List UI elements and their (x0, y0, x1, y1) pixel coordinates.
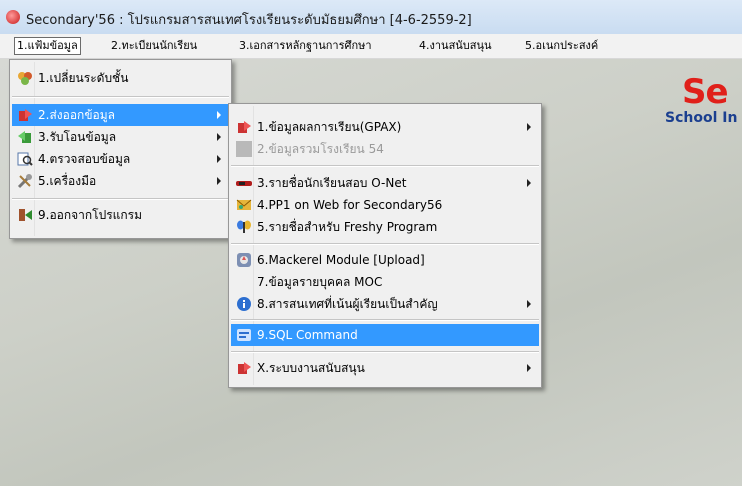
upload-module-icon (237, 253, 251, 267)
info-icon (237, 297, 251, 311)
file-menu: 1.เปลี่ยนระดับชั้น 2.ส่งออกข้อมูล 3.รับโ… (9, 59, 232, 239)
export-arrow-icon (238, 121, 251, 133)
butterfly-icon (237, 220, 251, 233)
submenu-arrow-icon (527, 300, 531, 308)
menu-bar: 1.แฟ้มข้อมูล 2.ทะเบียนนักเรียน 3.เอกสารห… (0, 34, 742, 59)
submenu-item-label: 2.ข้อมูลรวมโรงเรียน 54 (257, 142, 384, 156)
menu-item-label: 9.ออกจากโปรแกรม (38, 208, 143, 222)
submenu-item-label: X.ระบบงานสนับสนุน (257, 361, 365, 375)
menu-item-export-data[interactable]: 2.ส่งออกข้อมูล (12, 104, 229, 126)
menu-item-tools[interactable]: 5.เครื่องมือ (12, 170, 229, 192)
menu-item-change-level[interactable]: 1.เปลี่ยนระดับชั้น (12, 67, 229, 89)
menu-item-import-data[interactable]: 3.รับโอนข้อมูล (12, 126, 229, 148)
export-arrow-icon (238, 362, 251, 374)
menu-separator (231, 351, 539, 353)
submenu-item-mackerel[interactable]: 6.Mackerel Module [Upload] (231, 249, 539, 271)
submenu-arrow-icon (217, 133, 221, 141)
import-arrow-icon (18, 131, 31, 143)
check-data-icon (17, 152, 33, 166)
app-logo-icon (6, 10, 20, 24)
submenu-item-label: 6.Mackerel Module [Upload] (257, 253, 425, 267)
submenu-arrow-icon (217, 111, 221, 119)
menu-separator (231, 243, 539, 245)
menu-item-label: 2.ส่งออกข้อมูล (38, 108, 115, 122)
tools-icon (17, 174, 32, 189)
submenu-item-pp1-web[interactable]: 4.PP1 on Web for Secondary56 (231, 194, 539, 216)
menu-separator (12, 198, 229, 200)
menu-item-label: 1.เปลี่ยนระดับชั้น (38, 71, 129, 85)
submenu-item-label: 7.ข้อมูลรายบุคคล MOC (257, 275, 383, 289)
menu-registration[interactable]: 2.ทะเบียนนักเรียน (109, 38, 199, 54)
submenu-item-onet[interactable]: 3.รายชื่อนักเรียนสอบ O-Net (231, 172, 539, 194)
exit-icon (19, 209, 32, 221)
submenu-item-school-data-54[interactable]: 2.ข้อมูลรวมโรงเรียน 54 (231, 138, 539, 160)
menu-separator (231, 165, 539, 167)
export-arrow-icon (19, 109, 32, 121)
submenu-item-label: 8.สารสนเทศที่เน้นผู้เรียนเป็นสำคัญ (257, 297, 438, 311)
submenu-item-freshy[interactable]: 5.รายชื่อสำหรับ Freshy Program (231, 216, 539, 238)
disabled-icon (236, 141, 252, 157)
submenu-arrow-icon (217, 155, 221, 163)
menu-separator (12, 96, 229, 98)
onet-icon (236, 181, 252, 186)
title-bar: Secondary'56 : โปรแกรมสารสนเทศโรงเรียนระ… (0, 0, 742, 35)
submenu-item-sql-command[interactable]: 9.SQL Command (231, 324, 539, 346)
export-submenu: 1.ข้อมูลผลการเรียน(GPAX) 2.ข้อมูลรวมโรงเ… (228, 103, 542, 388)
submenu-item-gpax[interactable]: 1.ข้อมูลผลการเรียน(GPAX) (231, 116, 539, 138)
submenu-item-support-system[interactable]: X.ระบบงานสนับสนุน (231, 357, 539, 379)
app-logo-subtext: School In (665, 110, 738, 126)
menu-file[interactable]: 1.แฟ้มข้อมูล (14, 37, 81, 55)
submenu-item-label: 3.รายชื่อนักเรียนสอบ O-Net (257, 176, 407, 190)
web-envelope-icon (236, 199, 252, 210)
app-logo-text: Se (682, 72, 729, 112)
menu-item-exit[interactable]: 9.ออกจากโปรแกรม (12, 204, 229, 226)
menu-item-label: 4.ตรวจสอบข้อมูล (38, 152, 131, 166)
submenu-arrow-icon (217, 177, 221, 185)
menu-separator (231, 319, 539, 321)
menu-item-check-data[interactable]: 4.ตรวจสอบข้อมูล (12, 148, 229, 170)
menu-support[interactable]: 4.งานสนับสนุน (417, 38, 494, 54)
submenu-arrow-icon (527, 364, 531, 372)
submenu-item-label: 1.ข้อมูลผลการเรียน(GPAX) (257, 120, 402, 134)
menu-item-label: 3.รับโอนข้อมูล (38, 130, 117, 144)
menu-multipurpose[interactable]: 5.อเนกประสงค์ (523, 38, 600, 54)
submenu-item-label: 4.PP1 on Web for Secondary56 (257, 198, 443, 212)
level-change-icon (18, 72, 32, 85)
menu-documents[interactable]: 3.เอกสารหลักฐานการศึกษา (237, 38, 374, 54)
sql-icon (237, 329, 251, 341)
submenu-item-learner-info[interactable]: 8.สารสนเทศที่เน้นผู้เรียนเป็นสำคัญ (231, 293, 539, 315)
submenu-arrow-icon (527, 179, 531, 187)
submenu-item-moc[interactable]: 7.ข้อมูลรายบุคคล MOC (231, 271, 539, 293)
submenu-item-label: 5.รายชื่อสำหรับ Freshy Program (257, 220, 438, 234)
submenu-arrow-icon (527, 123, 531, 131)
submenu-item-label: 9.SQL Command (257, 328, 358, 342)
window-title: Secondary'56 : โปรแกรมสารสนเทศโรงเรียนระ… (26, 13, 472, 28)
menu-item-label: 5.เครื่องมือ (38, 174, 97, 188)
